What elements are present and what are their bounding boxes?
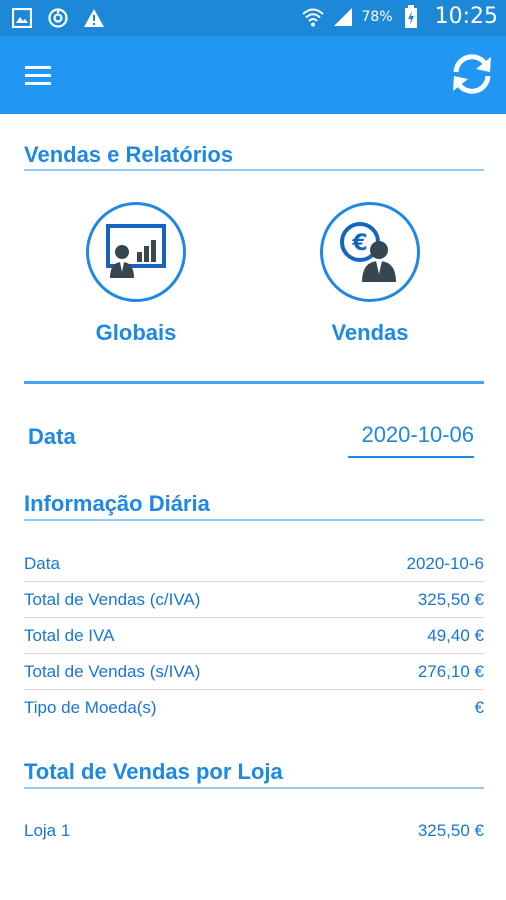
store-row-label: Loja 1 bbox=[24, 821, 71, 840]
status-bar: 78% 10:25 bbox=[0, 0, 506, 36]
date-picker-field[interactable] bbox=[348, 414, 474, 458]
globais-icon-circle bbox=[86, 202, 186, 302]
store-row-value: 325,50 € bbox=[417, 821, 484, 840]
reports-divider bbox=[24, 381, 484, 384]
store-totals-list: Loja 1 325,50 € bbox=[24, 813, 484, 849]
store-totals-section-title: Total de Vendas por Loja bbox=[24, 759, 283, 784]
battery-percentage: 78% bbox=[361, 8, 393, 25]
info-row-value: 2020-10-6 bbox=[406, 553, 484, 573]
menu-button[interactable] bbox=[22, 58, 58, 94]
store-totals-title-underline bbox=[24, 787, 484, 789]
reports-section-title: Vendas e Relatórios bbox=[24, 142, 234, 167]
refresh-button[interactable] bbox=[448, 50, 496, 98]
info-row-value: 49,40 € bbox=[427, 625, 484, 645]
app-bar bbox=[0, 36, 506, 114]
store-row-loja-1: Loja 1 325,50 € bbox=[24, 813, 484, 849]
daily-info-list: Data 2020-10-6 Total de Vendas (c/IVA) 3… bbox=[24, 546, 484, 726]
info-row-label: Data bbox=[24, 553, 60, 573]
signal-icon bbox=[331, 5, 355, 29]
info-row-value: 325,50 € bbox=[417, 589, 484, 609]
clock: 10:25 bbox=[434, 4, 498, 29]
vendas-icon-circle: € bbox=[320, 202, 420, 302]
daily-info-title-underline bbox=[24, 519, 484, 521]
reports-title-underline bbox=[24, 169, 484, 171]
info-row-label: Total de Vendas (s/IVA) bbox=[24, 661, 201, 681]
daily-info-section-title: Informação Diária bbox=[24, 491, 210, 516]
info-row-label: Tipo de Moeda(s) bbox=[24, 698, 157, 717]
refresh-icon bbox=[448, 54, 496, 102]
date-label: Data bbox=[28, 424, 76, 449]
globais-tile-label: Globais bbox=[95, 320, 177, 345]
info-row-label: Total de Vendas (c/IVA) bbox=[24, 589, 201, 609]
globais-report-tile[interactable]: Globais bbox=[66, 202, 206, 346]
battery-charging-icon bbox=[399, 4, 423, 29]
vendas-report-tile[interactable]: € Vendas bbox=[300, 202, 440, 346]
presentation-chart-icon bbox=[102, 216, 170, 289]
info-row-total-sales-with-vat: Total de Vendas (c/IVA) 325,50 € bbox=[24, 582, 484, 618]
vendas-tile-label: Vendas bbox=[331, 320, 409, 345]
info-row-value: 276,10 € bbox=[417, 661, 484, 681]
info-row-total-vat: Total de IVA 49,40 € bbox=[24, 618, 484, 654]
gallery-notification-icon bbox=[10, 6, 34, 30]
info-row-currency-type: Tipo de Moeda(s) € bbox=[24, 690, 484, 726]
euro-person-icon: € bbox=[336, 216, 404, 289]
svg-text:€: € bbox=[351, 231, 367, 256]
sync-notification-icon bbox=[46, 6, 70, 30]
info-row-date: Data 2020-10-6 bbox=[24, 546, 484, 582]
wifi-icon bbox=[301, 5, 325, 29]
info-row-value: € bbox=[474, 698, 484, 717]
menu-icon bbox=[22, 66, 58, 98]
info-row-label: Total de IVA bbox=[24, 625, 115, 645]
warning-notification-icon bbox=[82, 6, 106, 30]
info-row-total-sales-without-vat: Total de Vendas (s/IVA) 276,10 € bbox=[24, 654, 484, 690]
